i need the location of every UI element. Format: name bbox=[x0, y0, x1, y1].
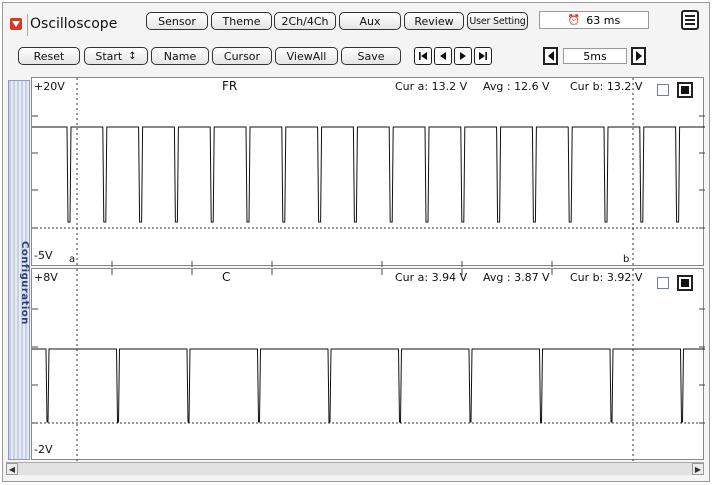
c-average-value: Avg : 3.87 V bbox=[483, 271, 550, 284]
c-top-scale: +8V bbox=[34, 271, 58, 284]
name-button[interactable]: Name bbox=[151, 47, 209, 65]
c-expand-icon[interactable] bbox=[677, 275, 693, 291]
scroll-right-icon[interactable]: ▶ bbox=[692, 463, 704, 475]
elapsed-time-display: ⏰ 63 ms bbox=[539, 11, 649, 29]
clock-icon: ⏰ bbox=[567, 14, 581, 26]
fr-average-value: Avg : 12.6 V bbox=[483, 80, 550, 93]
play-icon[interactable] bbox=[454, 47, 472, 65]
app-menu-icon[interactable] bbox=[10, 18, 22, 30]
horizontal-scrollbar[interactable]: ◀ ▶ bbox=[6, 462, 704, 475]
fr-cursor-a-value: Cur a: 13.2 V bbox=[395, 80, 468, 93]
timebase-increase-icon[interactable] bbox=[631, 47, 646, 65]
review-button[interactable]: Review bbox=[404, 12, 464, 30]
start-button[interactable]: Start ↕ bbox=[84, 47, 148, 65]
channel-panel-fr[interactable]: +20V -5V FR Cur a: 13.2 V Avg : 12.6 V C… bbox=[31, 77, 705, 267]
fr-trace bbox=[32, 126, 705, 223]
configuration-tab[interactable]: Configuration bbox=[8, 80, 30, 460]
cursor-button[interactable]: Cursor bbox=[212, 47, 272, 65]
configuration-tab-label: Configuration bbox=[19, 241, 30, 325]
c-visibility-checkbox[interactable] bbox=[657, 277, 669, 289]
start-button-label: Start bbox=[95, 49, 123, 63]
c-channel-name: C bbox=[222, 270, 231, 284]
c-grid-ticks bbox=[32, 269, 705, 424]
c-cursor-a-value: Cur a: 3.94 V bbox=[395, 271, 468, 284]
fr-visibility-checkbox[interactable] bbox=[657, 84, 669, 96]
step-back-icon[interactable] bbox=[434, 47, 452, 65]
user-setting-button[interactable]: User Setting bbox=[467, 12, 528, 30]
elapsed-time-value: 63 ms bbox=[586, 13, 621, 27]
skip-to-end-icon[interactable] bbox=[474, 47, 492, 65]
fr-waveform-plot bbox=[32, 78, 705, 267]
cursor-a-marker[interactable]: a bbox=[69, 254, 75, 265]
fr-cursor-b-value: Cur b: 13.2 V bbox=[570, 80, 643, 93]
skip-to-start-icon[interactable] bbox=[414, 47, 432, 65]
title-divider bbox=[27, 14, 28, 36]
reset-button[interactable]: Reset bbox=[18, 47, 80, 65]
fr-channel-name: FR bbox=[222, 79, 238, 93]
start-stepper-icon: ↕ bbox=[128, 50, 137, 62]
hamburger-menu-icon[interactable] bbox=[681, 10, 699, 30]
fr-bottom-scale: -5V bbox=[34, 249, 53, 262]
viewall-button[interactable]: ViewAll bbox=[275, 47, 338, 65]
save-button[interactable]: Save bbox=[341, 47, 401, 65]
c-waveform-plot bbox=[32, 269, 705, 461]
channel-panel-c[interactable]: +8V -2V C Cur a: 3.94 V Avg : 3.87 V Cur… bbox=[31, 268, 705, 461]
aux-button[interactable]: Aux bbox=[339, 12, 401, 30]
app-title: Oscilloscope bbox=[30, 16, 118, 32]
cursor-b-marker[interactable]: b bbox=[623, 254, 629, 265]
sensor-button[interactable]: Sensor bbox=[146, 12, 208, 30]
timebase-value: 5ms bbox=[563, 48, 627, 64]
fr-top-scale: +20V bbox=[34, 80, 65, 93]
scroll-left-icon[interactable]: ◀ bbox=[6, 463, 18, 475]
c-trace bbox=[32, 348, 705, 423]
timebase-decrease-icon[interactable] bbox=[543, 47, 558, 65]
c-bottom-scale: -2V bbox=[34, 443, 53, 456]
theme-button[interactable]: Theme bbox=[211, 12, 272, 30]
c-cursor-b-value: Cur b: 3.92 V bbox=[570, 271, 643, 284]
channel-mode-button[interactable]: 2Ch/4Ch bbox=[274, 12, 336, 30]
fr-expand-icon[interactable] bbox=[677, 82, 693, 98]
